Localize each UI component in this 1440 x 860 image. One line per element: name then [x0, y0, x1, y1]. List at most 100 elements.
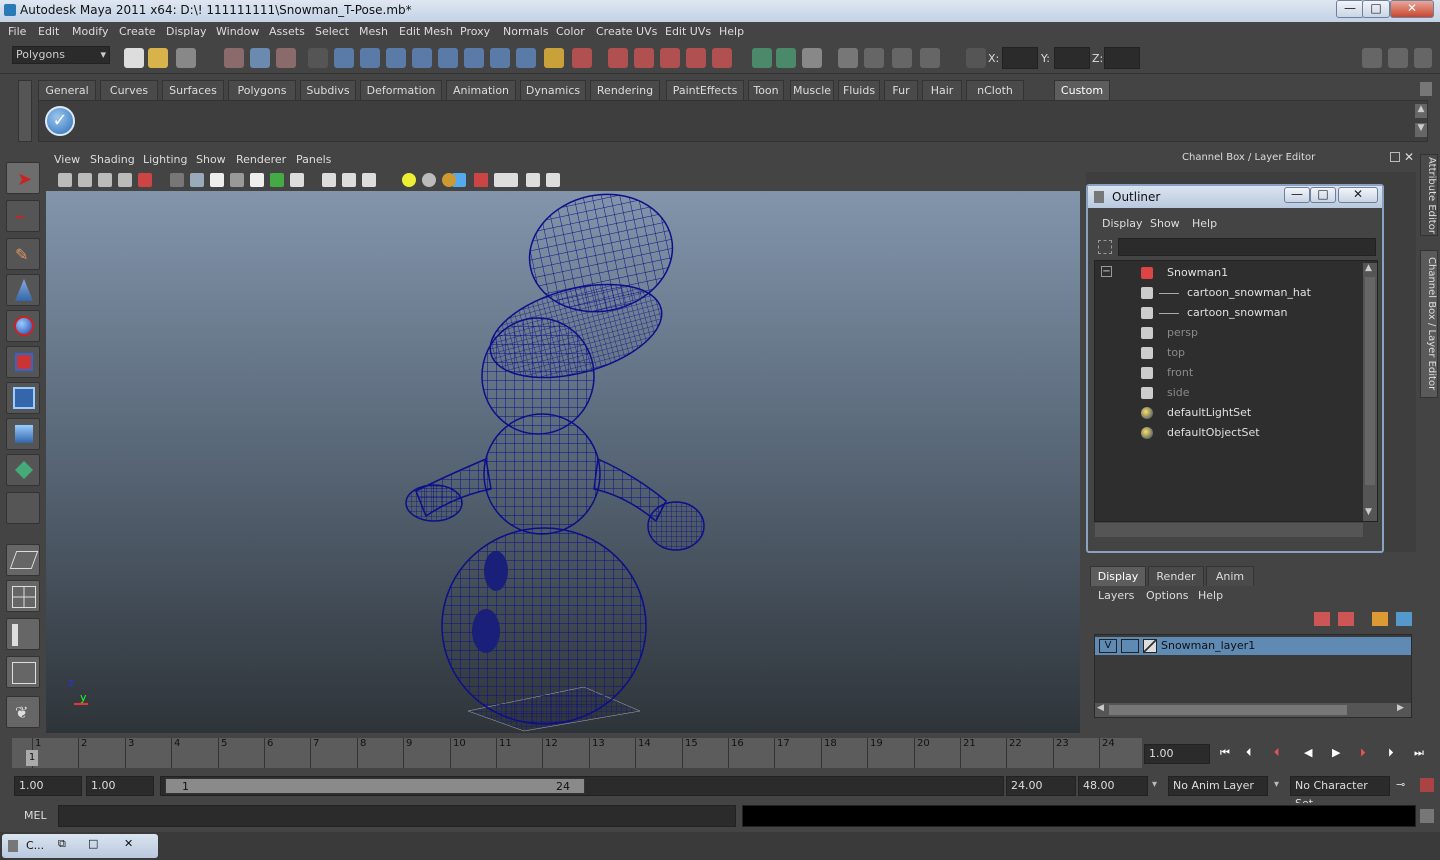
- checkmark-icon[interactable]: ✓: [45, 106, 75, 136]
- universal-manipulator-tool[interactable]: [6, 382, 40, 414]
- hypershade-icon[interactable]: [686, 48, 706, 68]
- viewport-menu-shading[interactable]: Shading: [90, 153, 135, 166]
- bookmarks-icon[interactable]: [98, 173, 112, 187]
- playback-start-field[interactable]: 1.00: [86, 776, 154, 796]
- outliner-close-button[interactable]: ✕: [1338, 187, 1378, 203]
- layer-display-type-toggle[interactable]: [1121, 639, 1139, 653]
- magnet-icon[interactable]: [712, 48, 732, 68]
- outliner-menu-display[interactable]: Display: [1102, 217, 1143, 230]
- perspective-viewport[interactable]: z y: [46, 191, 1080, 733]
- camera-tumble-icon[interactable]: [138, 173, 152, 187]
- minimized-window[interactable]: C... ⧉ □ ✕: [2, 834, 158, 858]
- shelf-grip[interactable]: [18, 80, 32, 142]
- outliner-item[interactable]: front: [1095, 363, 1365, 383]
- snap-surface-icon[interactable]: [438, 48, 458, 68]
- menu-file[interactable]: File: [8, 25, 26, 38]
- select-component-icon[interactable]: [276, 48, 296, 68]
- snap-view-icon[interactable]: [490, 48, 510, 68]
- snap-point-icon[interactable]: [386, 48, 406, 68]
- graph-layout[interactable]: [6, 656, 40, 688]
- layer-tab-display[interactable]: Display: [1090, 566, 1146, 586]
- show-manipulator-tool[interactable]: [6, 454, 40, 486]
- outliner-item[interactable]: persp: [1095, 323, 1365, 343]
- go-to-end-icon[interactable]: ⏭: [1414, 746, 1424, 760]
- outliner-maximize-button[interactable]: □: [1310, 187, 1336, 203]
- channel-box-toggle-icon[interactable]: [1362, 48, 1382, 68]
- mode-selector[interactable]: Polygons ▾: [12, 46, 110, 64]
- outliner-item[interactable]: defaultObjectSet: [1095, 423, 1365, 443]
- cube-wire-icon[interactable]: [362, 173, 376, 187]
- menu-modify[interactable]: Modify: [72, 25, 108, 38]
- filter-icon[interactable]: [308, 48, 328, 68]
- save-scene-icon[interactable]: [176, 48, 196, 68]
- play-forwards-icon[interactable]: ▶: [1332, 746, 1340, 759]
- channel-box-tab[interactable]: Channel Box / Layer Editor: [1420, 250, 1438, 398]
- shelf-tab-deformation[interactable]: Deformation: [360, 80, 442, 100]
- menu-select[interactable]: Select: [315, 25, 349, 38]
- lock-icon[interactable]: [544, 48, 564, 68]
- layer-menu-options[interactable]: Options: [1146, 589, 1188, 602]
- shelf-tab-surfaces[interactable]: Surfaces: [162, 80, 224, 100]
- outliner-filter-field[interactable]: [1118, 238, 1376, 256]
- outliner-item[interactable]: defaultLightSet: [1095, 403, 1365, 423]
- single-pane-layout[interactable]: [6, 544, 40, 576]
- attribute-editor-tab[interactable]: Attribute Editor: [1420, 154, 1438, 236]
- batch-render-icon[interactable]: [892, 48, 912, 68]
- command-input[interactable]: [58, 805, 736, 827]
- custom-layout[interactable]: ❦: [6, 696, 40, 728]
- create-empty-layer-icon[interactable]: [1372, 612, 1388, 626]
- scroll-down-icon[interactable]: ▼: [1365, 507, 1372, 517]
- snap-grid-icon[interactable]: [334, 48, 354, 68]
- x-field[interactable]: [1002, 47, 1038, 69]
- outliner-menu-show[interactable]: Show: [1150, 217, 1180, 230]
- scale-tool[interactable]: [6, 346, 40, 378]
- layer-horizontal-scrollbar[interactable]: ◀ ▶: [1095, 703, 1411, 717]
- layer-row[interactable]: V Snowman_layer1: [1095, 637, 1411, 655]
- outliner-vertical-scrollbar[interactable]: ▲ ▼: [1363, 263, 1377, 521]
- step-forward-key-icon[interactable]: ⏵: [1388, 746, 1394, 760]
- layer-tab-anim[interactable]: Anim: [1206, 566, 1254, 586]
- menu-edit[interactable]: Edit: [38, 25, 59, 38]
- menu-assets[interactable]: Assets: [269, 25, 305, 38]
- shelf-tab-muscle[interactable]: Muscle: [790, 80, 834, 100]
- animation-end-field[interactable]: 48.00: [1078, 776, 1148, 796]
- use-all-lights-icon[interactable]: [290, 173, 304, 187]
- close-icon[interactable]: ✕: [124, 837, 133, 850]
- menu-color[interactable]: Color: [556, 25, 585, 38]
- all-lights-icon[interactable]: [422, 173, 436, 187]
- snap-plane-icon[interactable]: [412, 48, 432, 68]
- shelf-tab-general[interactable]: General: [38, 80, 96, 100]
- layer-move-down-icon[interactable]: [1338, 612, 1354, 626]
- xray-icon[interactable]: [342, 173, 356, 187]
- move-tool[interactable]: [6, 274, 40, 306]
- flat-light-icon[interactable]: [442, 173, 456, 187]
- relative-icon[interactable]: [776, 48, 796, 68]
- viewport-menu-renderer[interactable]: Renderer: [236, 153, 286, 166]
- shelf-tab-animation[interactable]: Animation: [446, 80, 516, 100]
- ipr-render-icon[interactable]: [634, 48, 654, 68]
- shelf-tab-ncloth[interactable]: nCloth: [966, 80, 1024, 100]
- range-slider-thumb[interactable]: 1 24: [165, 778, 585, 794]
- close-button[interactable]: ✕: [1390, 0, 1434, 18]
- menu-edit-uvs[interactable]: Edit UVs: [665, 25, 711, 38]
- bounding-box-icon[interactable]: [250, 173, 264, 187]
- select-object-icon[interactable]: [250, 48, 270, 68]
- outliner-item[interactable]: − Snowman1: [1095, 263, 1365, 283]
- outliner-item[interactable]: cartoon_snowman_hat: [1095, 283, 1365, 303]
- outliner-item[interactable]: cartoon_snowman: [1095, 303, 1365, 323]
- shelf-tab-fur[interactable]: Fur: [884, 80, 918, 100]
- wireframe-shading-icon[interactable]: [190, 173, 204, 187]
- shelf-tab-subdivs[interactable]: Subdivs: [300, 80, 356, 100]
- maximize-icon[interactable]: □: [88, 837, 98, 850]
- layer-name[interactable]: Snowman_layer1: [1161, 639, 1255, 652]
- scroll-right-icon[interactable]: ▶: [1397, 703, 1404, 713]
- construction-history-icon[interactable]: [572, 48, 592, 68]
- menu-create[interactable]: Create: [119, 25, 156, 38]
- four-pane-layout[interactable]: [6, 580, 40, 612]
- scroll-left-icon[interactable]: ◀: [1097, 703, 1104, 713]
- preferences-icon[interactable]: [1420, 778, 1434, 792]
- shelf-tab-hair[interactable]: Hair: [922, 80, 962, 100]
- layer-menu-layers[interactable]: Layers: [1098, 589, 1134, 602]
- menu-help[interactable]: Help: [719, 25, 744, 38]
- shelf-tab-rendering[interactable]: Rendering: [590, 80, 660, 100]
